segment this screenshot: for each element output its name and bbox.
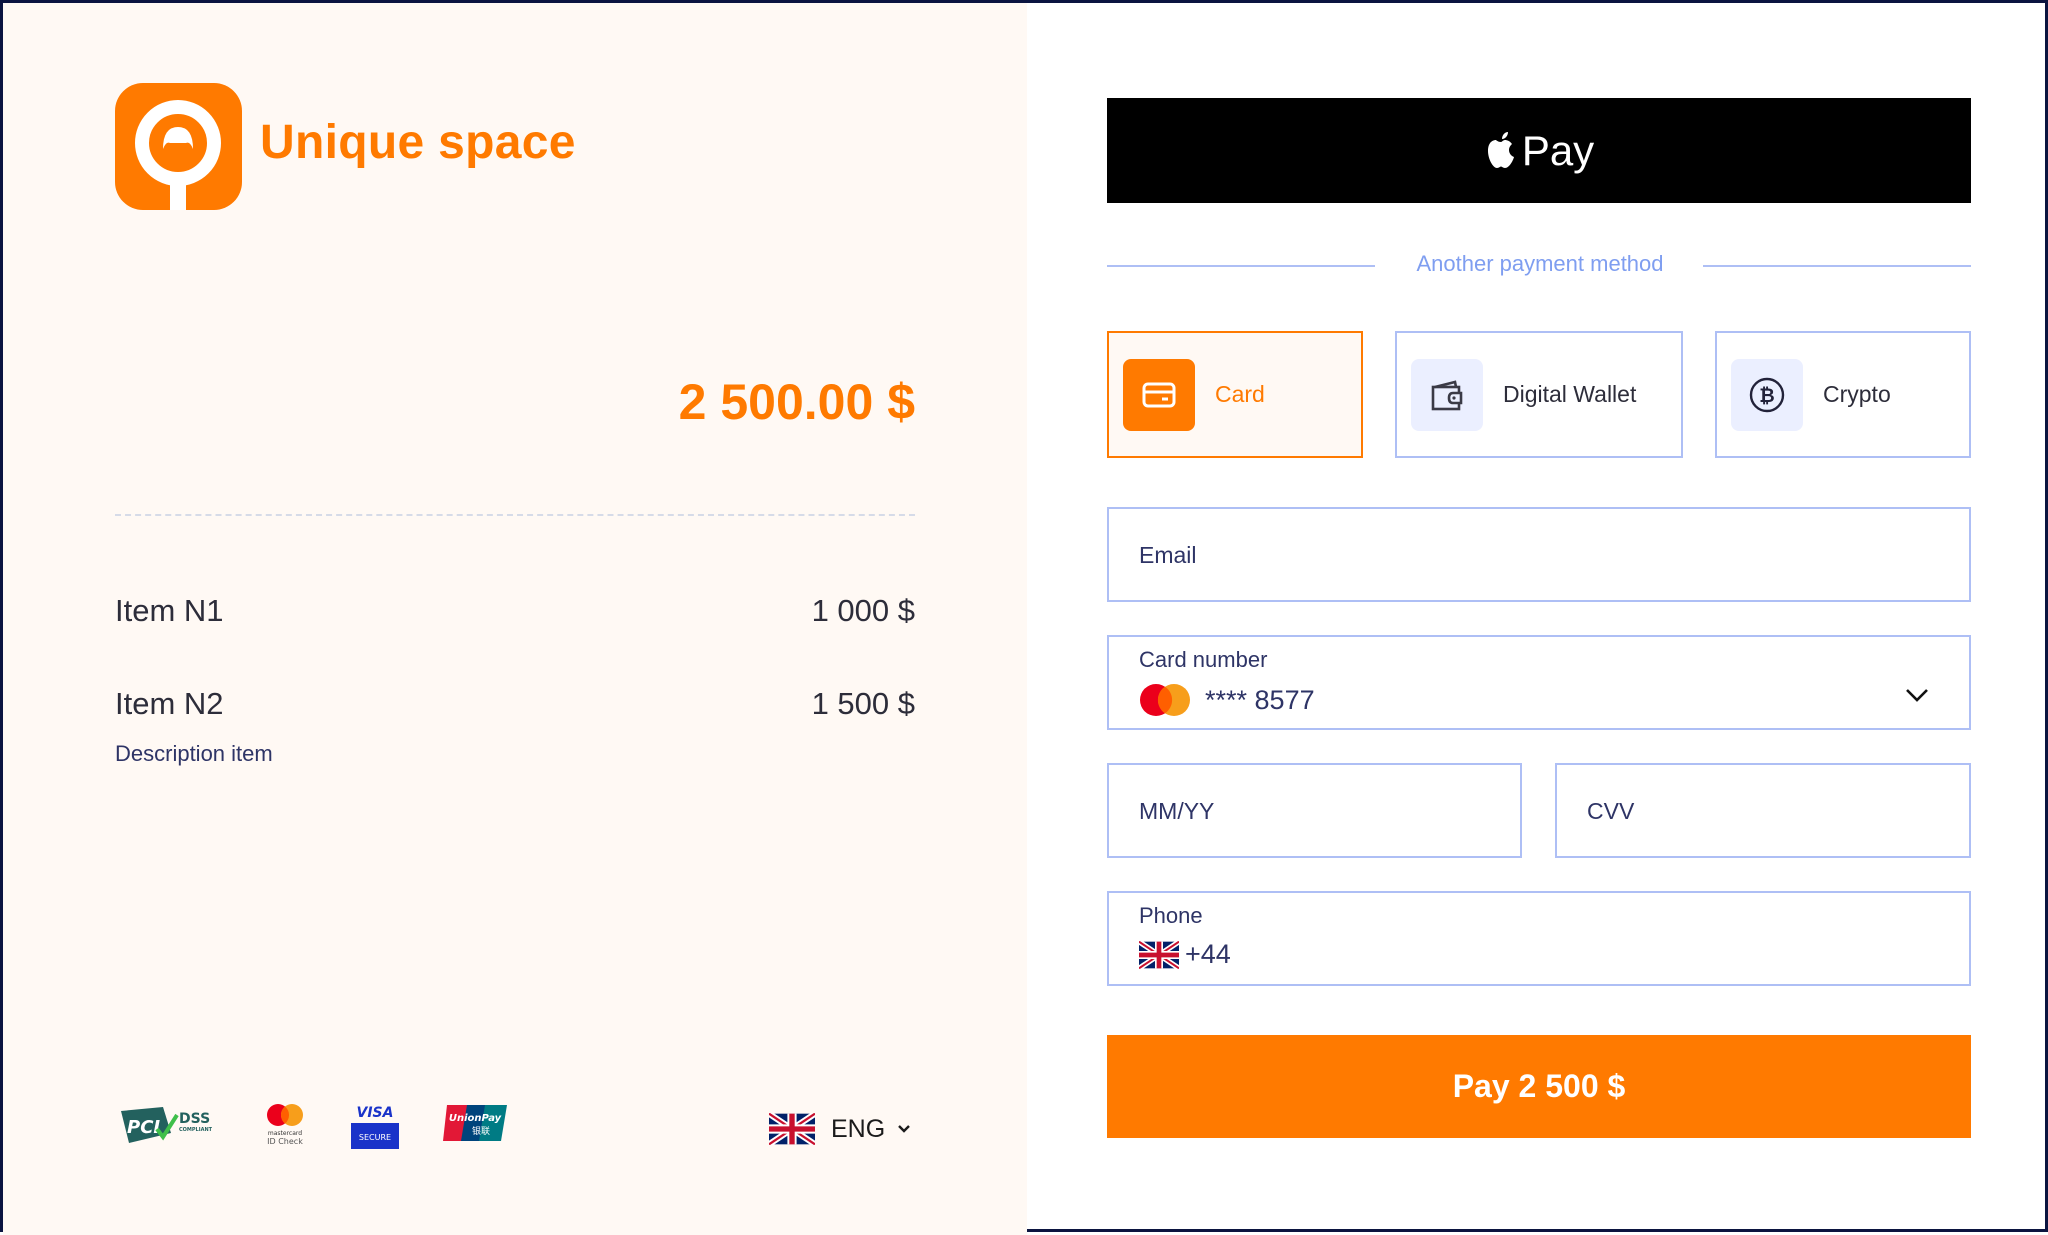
phone-code-value: +44	[1185, 939, 1231, 969]
visa-secure-icon: VISA SECURE	[351, 1105, 399, 1149]
order-item: Item N1 1 000 $	[115, 593, 915, 629]
svg-text:DSS: DSS	[179, 1111, 210, 1127]
expiry-field[interactable]: MM/YY	[1107, 763, 1522, 858]
item-name: Item N1	[115, 593, 224, 628]
item-amount: 1 000 $	[811, 593, 915, 628]
apple-pay-label: Pay	[1521, 126, 1595, 174]
phone-field[interactable]: Phone +44	[1107, 891, 1971, 986]
summary-divider	[115, 514, 915, 516]
email-field[interactable]: Email	[1107, 507, 1971, 602]
order-summary-panel: Unique space 2 500.00 $ Item N1 1 000 $ …	[3, 3, 1027, 1235]
cvv-placeholder: CVV	[1587, 798, 1635, 824]
uk-flag-icon	[1139, 940, 1179, 969]
uk-flag-icon	[769, 1113, 815, 1145]
svg-text:COMPLIANT: COMPLIANT	[179, 1127, 213, 1133]
order-total: 2 500.00 $	[678, 374, 915, 430]
tab-card[interactable]: Card	[1107, 331, 1363, 458]
apple-icon	[1487, 131, 1514, 168]
page-frame: Unique space 2 500.00 $ Item N1 1 000 $ …	[0, 0, 2048, 1235]
chevron-down-icon	[898, 1125, 911, 1133]
brand-name: Unique space	[260, 116, 576, 169]
tab-label: Card	[1215, 381, 1265, 407]
item-amount: 1 500 $	[811, 686, 915, 721]
svg-text:SECURE: SECURE	[359, 1133, 391, 1142]
expiry-placeholder: MM/YY	[1139, 798, 1215, 824]
tab-label: Crypto	[1823, 381, 1891, 407]
svg-text:UnionPay: UnionPay	[449, 1113, 502, 1124]
chevron-down-icon[interactable]	[1905, 687, 1929, 703]
mastercard-icon	[1140, 684, 1190, 716]
email-placeholder: Email	[1139, 542, 1197, 568]
svg-text:银联: 银联	[472, 1125, 490, 1137]
order-item: Item N2 1 500 $	[115, 686, 915, 722]
item-name: Item N2	[115, 686, 224, 721]
svg-text:ID Check: ID Check	[267, 1137, 303, 1146]
svg-text:PCI: PCI	[127, 1117, 160, 1138]
card-number-value: **** 8577	[1205, 684, 1315, 715]
tab-crypto[interactable]: ₿ Crypto	[1715, 331, 1971, 458]
tab-label: Digital Wallet	[1503, 381, 1637, 407]
unionpay-icon: UnionPay 银联	[443, 1105, 507, 1141]
bitcoin-icon: ₿	[1731, 358, 1803, 431]
divider-line-left	[1107, 265, 1375, 267]
pay-button[interactable]: Pay 2 500 $	[1107, 1035, 1971, 1138]
language-selector[interactable]: ENG	[769, 1113, 911, 1145]
another-method-label: Another payment method	[1416, 251, 1664, 276]
brand-logo	[115, 83, 242, 210]
item-description: Description item	[115, 741, 273, 766]
card-number-label: Card number	[1139, 647, 1268, 672]
cvv-field[interactable]: CVV	[1555, 763, 1971, 858]
svg-text:₿: ₿	[1759, 385, 1774, 407]
apple-pay-button[interactable]: Pay	[1107, 98, 1971, 203]
brand-logo-icon	[135, 100, 221, 210]
wallet-icon	[1411, 358, 1483, 431]
credit-card-icon	[1123, 358, 1195, 431]
pay-button-label: Pay 2 500 $	[1452, 1068, 1626, 1104]
mastercard-id-check-icon: mastercard ID Check	[267, 1104, 303, 1146]
svg-text:VISA: VISA	[357, 1105, 394, 1121]
phone-label: Phone	[1139, 903, 1203, 928]
tab-digital-wallet[interactable]: Digital Wallet	[1395, 331, 1683, 458]
svg-text:mastercard: mastercard	[268, 1130, 302, 1137]
pci-dss-icon: PCI DSS COMPLIANT	[121, 1107, 213, 1143]
language-label: ENG	[831, 1114, 886, 1143]
divider-line-right	[1703, 265, 1971, 267]
card-number-field[interactable]: Card number **** 8577	[1107, 635, 1971, 730]
